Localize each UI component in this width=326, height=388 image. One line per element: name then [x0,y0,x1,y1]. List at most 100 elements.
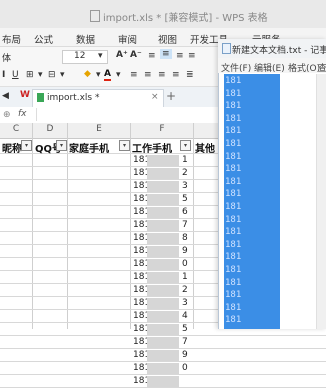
grid-line [0,374,326,375]
chevron-down-icon[interactable]: ▾ [60,70,65,80]
notepad-menu-file[interactable]: 文件(F) [221,61,251,74]
redacted-digits [147,324,179,335]
underline-icon[interactable]: U [12,70,19,80]
work-phone-last-digit: 7 [182,337,188,347]
header-home-phone[interactable]: 家庭手机 [69,140,109,155]
bold-icon[interactable]: I [2,70,5,80]
document-icon [90,10,100,22]
work-phone-last-digit: 2 [182,168,188,178]
increase-font-icon[interactable]: A⁺ [116,50,128,60]
distribute-icon[interactable]: ≣ [186,70,194,80]
align-right-icon[interactable]: ≡ [158,70,166,80]
redacted-digits [147,337,179,348]
grid-line [0,335,326,336]
filter-dropdown-icon[interactable]: ▾ [180,140,191,151]
chevron-down-icon[interactable]: ▾ [116,70,121,80]
column-header-e[interactable]: E [68,124,130,134]
notepad-menu-format[interactable]: 格式(O) [288,61,320,74]
redacted-digits [147,220,179,231]
filter-dropdown-icon[interactable]: ▾ [119,140,130,151]
notepad-line: 181 [225,239,242,250]
tab-import-xls[interactable]: import.xls * × [32,89,164,107]
menu-item-layout[interactable]: 布局 [2,32,21,46]
header-other[interactable]: 其他 [195,140,215,155]
align-left-icon[interactable]: ≡ [130,70,138,80]
work-phone-last-digit: 9 [182,246,188,256]
align-middle-icon[interactable]: ≡ [160,49,172,59]
redacted-digits [147,246,179,257]
notepad-line: 181 [225,151,242,162]
column-header-f[interactable]: F [131,124,193,134]
chevron-down-icon[interactable]: ▾ [38,70,43,80]
merge-icon[interactable]: ⊟ [48,70,56,80]
align-bottom-icon[interactable]: ≡ [176,51,184,61]
redacted-digits [147,207,179,218]
formula-input[interactable] [36,108,217,121]
align-center-icon[interactable]: ≡ [144,70,152,80]
new-tab-icon[interactable]: + [166,89,176,103]
wps-logo-icon[interactable]: W [20,90,30,100]
notepad-icon [222,43,231,54]
notepad-line: 181 [225,101,242,112]
chevron-down-icon[interactable]: ▾ [98,51,103,61]
notepad-line: 181 [225,176,242,187]
notepad-line: 181 [225,315,242,326]
notepad-line: 181 [225,252,242,263]
wrap-icon[interactable]: ≡ [188,51,196,61]
chevron-down-icon[interactable]: ▾ [96,70,101,80]
notepad-line: 181 [225,113,242,124]
work-phone-last-digit: 5 [182,194,188,204]
filter-dropdown-icon[interactable]: ▾ [21,140,32,151]
notepad-line: 181 [225,202,242,212]
fx-label[interactable]: fx [18,109,27,119]
header-work-phone[interactable]: 工作手机 [132,140,172,155]
redacted-digits [147,350,179,361]
notepad-menu-edit[interactable]: 编辑(E) [254,61,285,74]
notepad-line: 181 [225,189,242,200]
menu-item-formula[interactable]: 公式 [34,32,53,46]
redacted-digits [147,181,179,192]
decrease-font-icon[interactable]: A⁻ [130,50,142,60]
menu-item-data[interactable]: 数据 [76,32,95,46]
filter-dropdown-icon[interactable]: ▾ [56,140,67,151]
work-phone-last-digit: 0 [182,259,188,269]
fill-color-icon[interactable]: ◆ [84,69,91,79]
notepad-scrollbar[interactable] [316,74,326,329]
font-size-value: 12 [74,51,86,61]
header-nickname[interactable]: 昵称 [2,140,22,155]
notepad-line: 181 [225,227,242,238]
work-phone-last-digit: 3 [182,298,188,308]
border-icon[interactable]: ⊞ [26,70,34,80]
notepad-line: 181 [225,277,242,288]
back-icon[interactable]: ◀ [2,91,9,101]
redacted-digits [147,376,179,387]
redacted-digits [147,285,179,296]
work-phone-last-digit: 9 [182,350,188,360]
close-icon[interactable]: × [151,92,159,102]
zoom-icon[interactable]: ⊕ [3,110,11,120]
notepad-line: 181 [225,164,242,175]
work-phone-last-digit: 5 [182,324,188,334]
notepad-line: 181 [225,302,242,313]
tab-label: import.xls * [47,93,100,103]
justify-icon[interactable]: ≡ [172,70,180,80]
align-top-icon[interactable]: ≡ [148,51,156,61]
menu-item-review[interactable]: 审阅 [118,32,137,46]
notepad-line: 181 [225,76,242,86]
font-name-select[interactable]: 体 [2,51,11,64]
work-phone-last-digit: 8 [182,233,188,243]
redacted-digits [147,298,179,309]
notepad-titlebar: 新建文本文档.txt - 记事本 [218,39,326,59]
notepad-line: 181 [225,290,242,301]
grid-line [0,361,326,362]
column-header-c[interactable]: C [0,124,32,134]
font-color-icon[interactable]: A [104,69,111,81]
column-header-d[interactable]: D [33,124,67,134]
redacted-digits [147,259,179,270]
work-phone-last-digit: 7 [182,220,188,230]
notepad-menu-view[interactable]: 查 [318,61,326,74]
notepad-line: 181 [225,214,242,225]
menu-item-view[interactable]: 视图 [158,32,177,46]
redacted-digits [147,194,179,205]
notepad-line: 181 [225,126,242,137]
